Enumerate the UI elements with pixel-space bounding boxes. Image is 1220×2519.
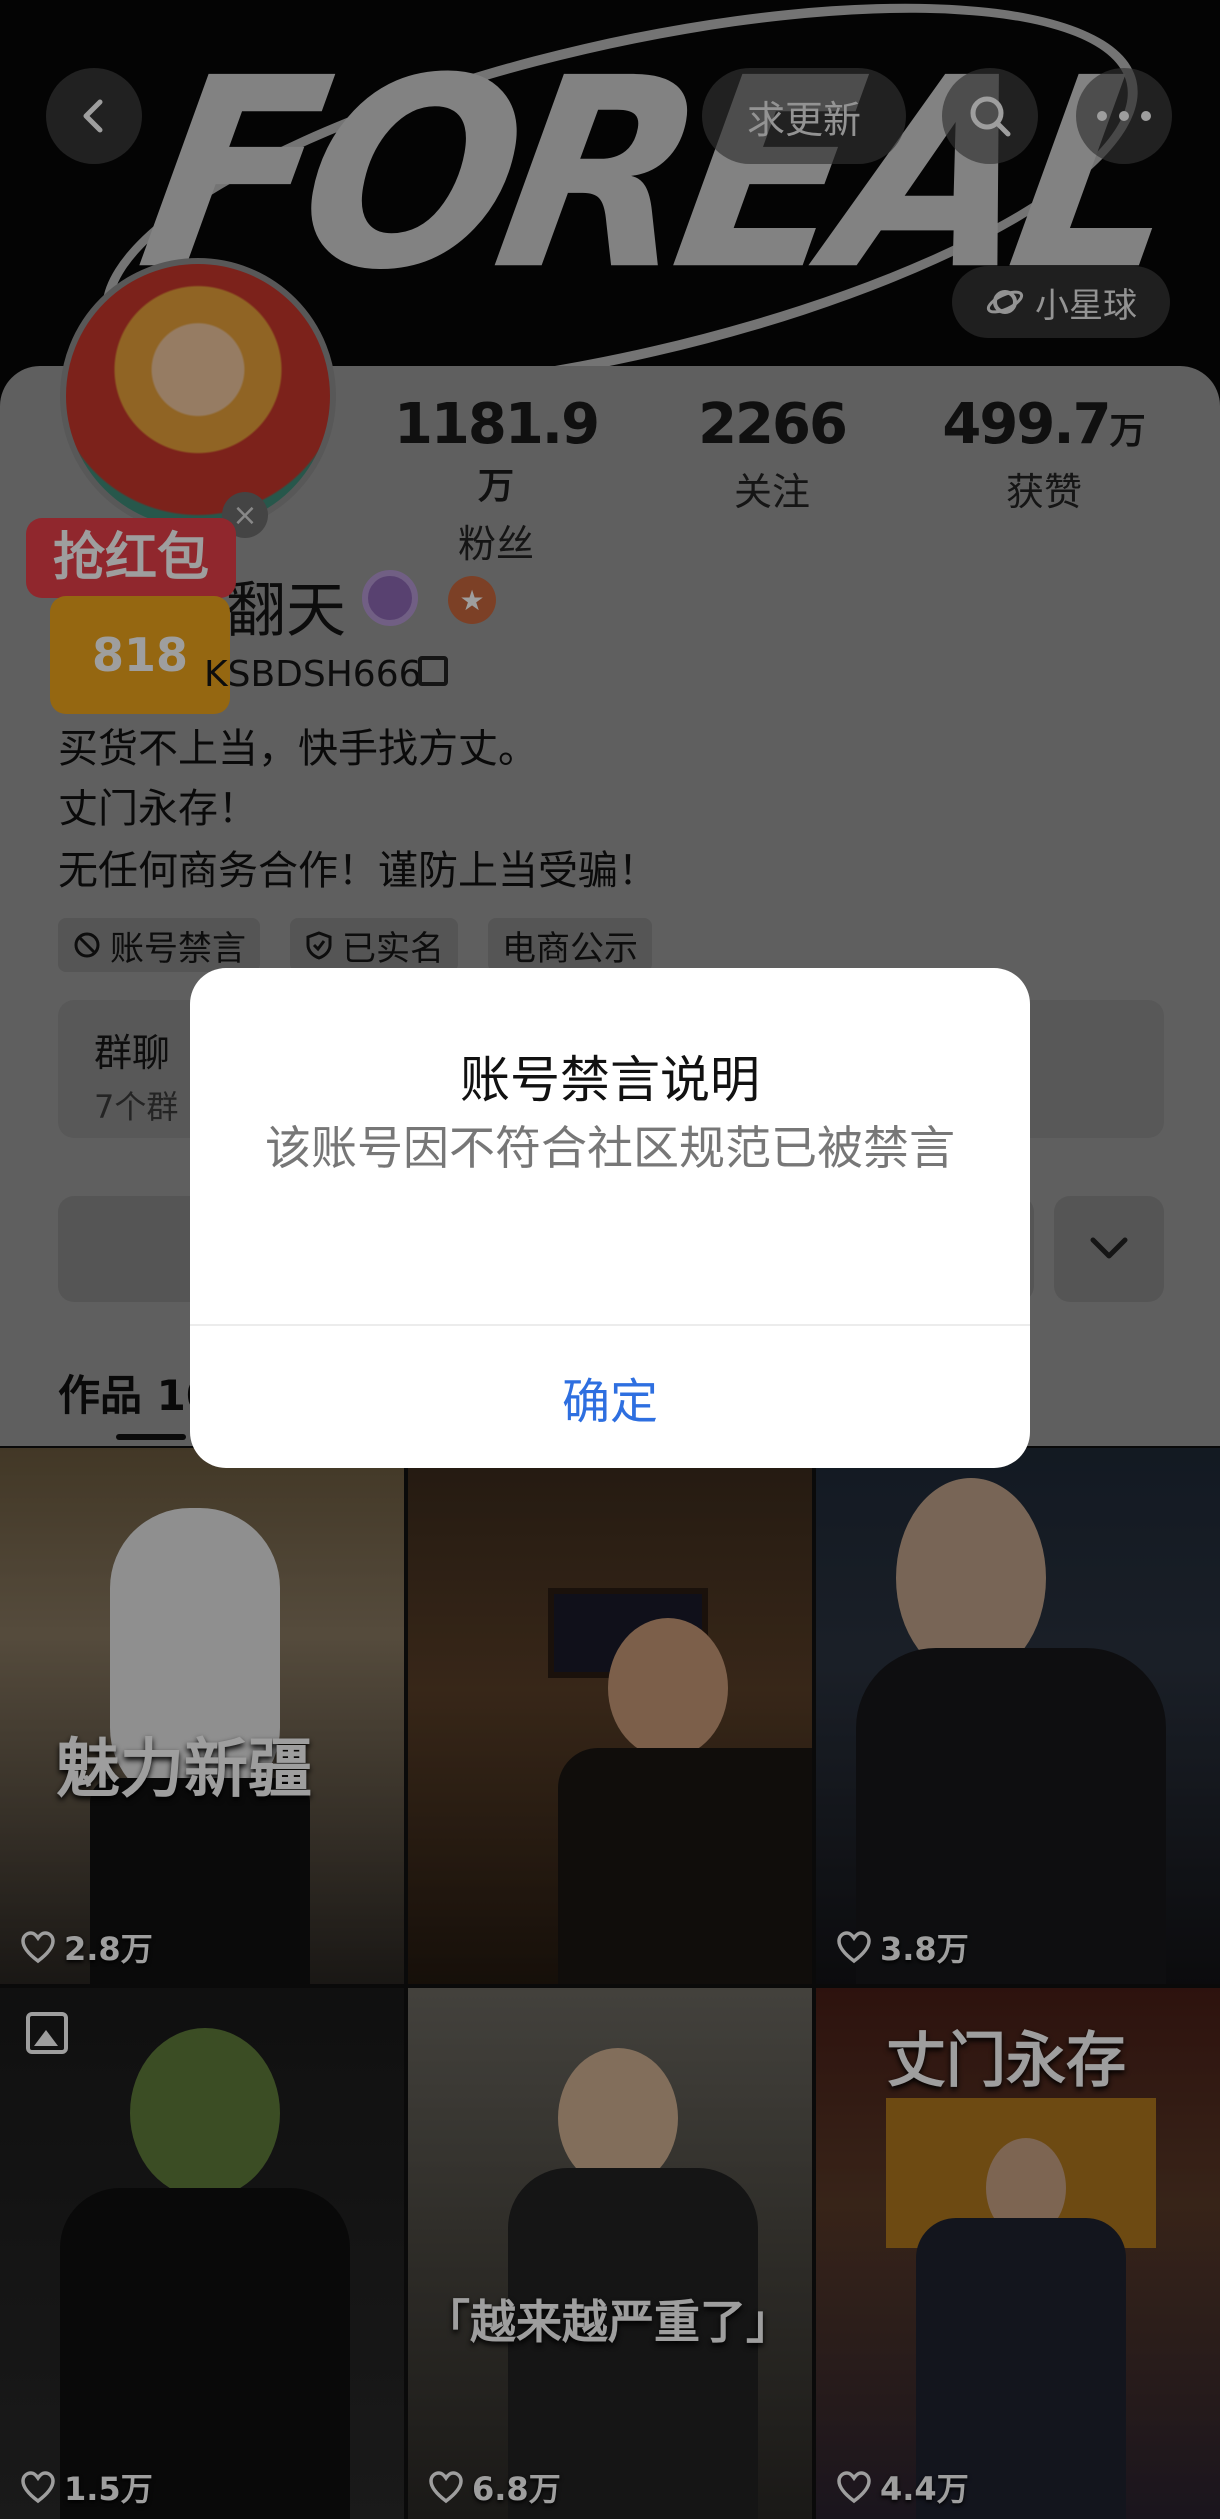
- profile-page: FOREAL 求更新 小星球 × 1181.9万 粉丝 2266 关注 499.…: [0, 0, 1220, 2519]
- dialog-title: 账号禁言说明: [460, 1051, 760, 1109]
- mute-notice-dialog: 账号禁言说明 该账号因不符合社区规范已被禁言 确定: [190, 968, 1030, 1468]
- dialog-message: 该账号因不符合社区规范已被禁言: [265, 1121, 955, 1175]
- confirm-button[interactable]: 确定: [190, 1326, 1030, 1468]
